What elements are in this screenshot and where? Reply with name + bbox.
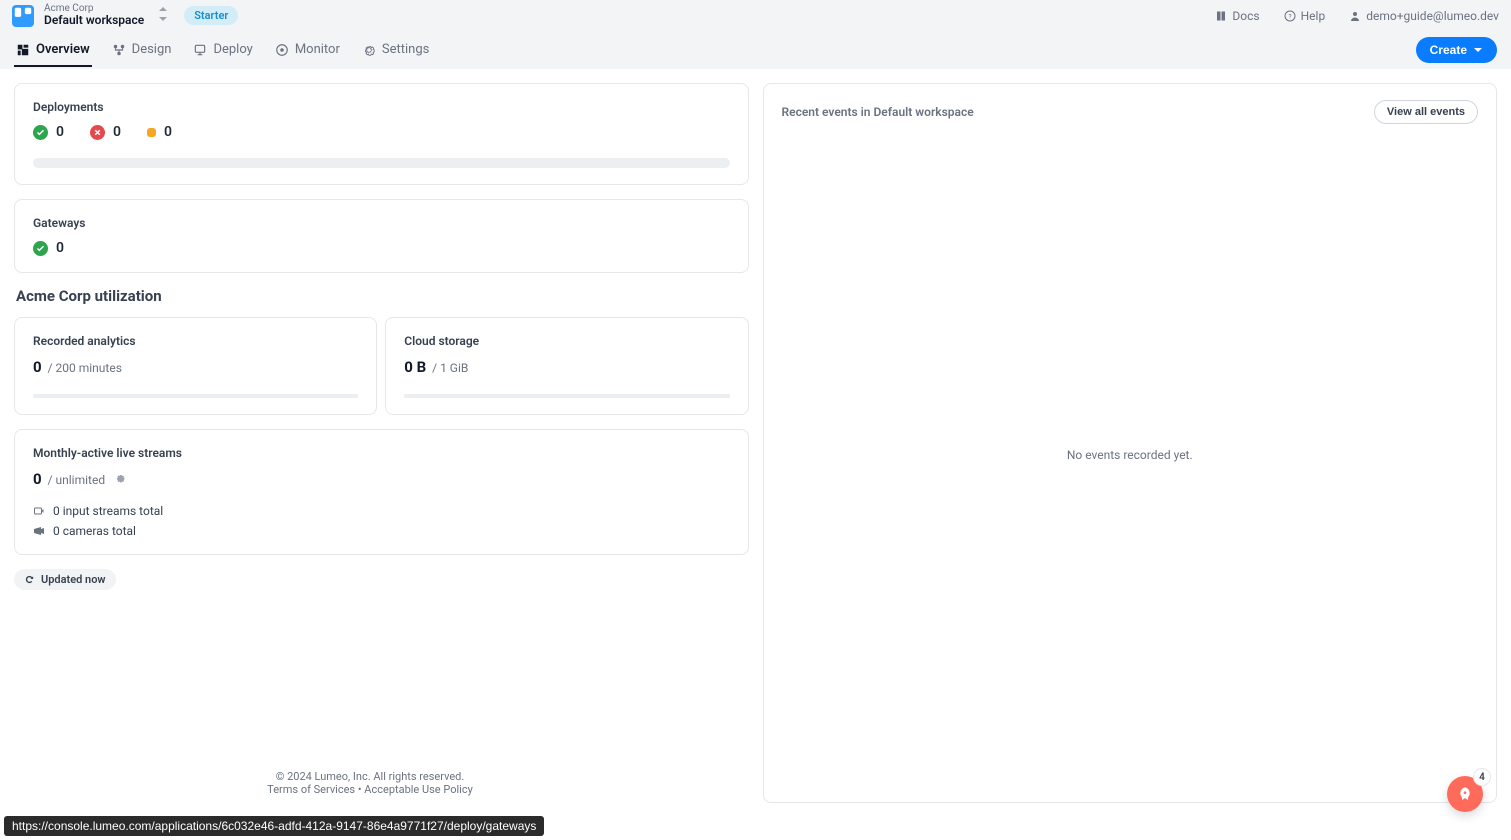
help-link[interactable]: ? Help <box>1284 9 1326 23</box>
aup-link[interactable]: Acceptable Use Policy <box>364 783 473 796</box>
help-icon: ? <box>1284 10 1296 22</box>
gateways-card: Gateways 0 <box>14 199 749 273</box>
user-menu[interactable]: demo+guide@lumeo.dev <box>1349 9 1499 23</box>
input-streams-line: 0 input streams total <box>33 504 730 518</box>
footer: © 2024 Lumeo, Inc. All rights reserved. … <box>14 770 726 796</box>
gear-icon[interactable] <box>114 472 126 484</box>
deployments-warn-count: 0 <box>164 124 172 140</box>
workspace-name: Default workspace <box>44 14 144 27</box>
tab-deploy-label: Deploy <box>213 42 252 57</box>
workspace-switcher[interactable]: Acme Corp Default workspace <box>44 3 144 27</box>
monitor-icon <box>275 43 289 57</box>
gateways-ok[interactable]: 0 <box>33 240 64 256</box>
user-email: demo+guide@lumeo.dev <box>1366 9 1499 23</box>
plan-badge[interactable]: Starter <box>184 6 238 25</box>
deployments-status-row: 0 0 0 <box>33 124 730 140</box>
events-title: Recent events in Default workspace <box>782 105 974 119</box>
top-bar: Acme Corp Default workspace Starter Docs… <box>0 0 1511 31</box>
svg-text:?: ? <box>1288 12 1291 20</box>
book-icon <box>1215 10 1227 22</box>
footer-copyright: © 2024 Lumeo, Inc. All rights reserved. <box>14 770 726 783</box>
input-streams-text: 0 input streams total <box>53 504 163 518</box>
deployments-card: Deployments 0 0 0 <box>14 83 749 185</box>
create-button-label: Create <box>1430 43 1467 57</box>
left-column: Deployments 0 0 0 Gateways <box>14 83 749 826</box>
refresh-icon <box>24 574 35 585</box>
tab-deploy[interactable]: Deploy <box>191 32 254 67</box>
recorded-limit: / 200 minutes <box>45 361 122 375</box>
events-empty-text: No events recorded yet. <box>1067 448 1193 462</box>
user-icon <box>1349 10 1361 22</box>
storage-limit: / 1 GiB <box>429 361 468 375</box>
main-tabs: Overview Design Deploy Monitor Settings … <box>0 31 1511 69</box>
streams-title: Monthly-active live streams <box>33 446 730 460</box>
utilization-heading: Acme Corp utilization <box>16 287 749 305</box>
live-streams-card: Monthly-active live streams 0 / unlimite… <box>14 429 749 555</box>
events-card: Recent events in Default workspace View … <box>763 83 1498 803</box>
launcher-fab[interactable]: 4 <box>1447 776 1483 812</box>
dashboard-icon <box>16 43 30 57</box>
camera-icon <box>33 525 45 537</box>
chevron-down-icon <box>1473 45 1483 55</box>
storage-value: 0 B <box>404 358 426 376</box>
tab-monitor[interactable]: Monitor <box>273 32 342 67</box>
tab-settings-label: Settings <box>382 42 429 57</box>
deployments-err-count: 0 <box>113 124 121 140</box>
updated-text: Updated now <box>41 573 106 586</box>
terms-link[interactable]: Terms of Services <box>267 783 355 796</box>
recorded-value: 0 <box>33 358 42 376</box>
tab-settings[interactable]: Settings <box>360 32 431 67</box>
workspace-caret-icon[interactable] <box>158 7 168 24</box>
deployments-ok[interactable]: 0 <box>33 124 64 140</box>
recorded-title: Recorded analytics <box>33 334 358 348</box>
streams-value: 0 <box>33 470 42 488</box>
recorded-progress-bar <box>33 394 358 398</box>
deployments-warn[interactable]: 0 <box>147 124 172 140</box>
recorded-analytics-card: Recorded analytics 0 / 200 minutes <box>14 317 377 415</box>
cameras-text: 0 cameras total <box>53 524 136 538</box>
storage-progress-bar <box>404 394 729 398</box>
rocket-icon <box>1457 786 1473 802</box>
deployments-title: Deployments <box>33 100 730 114</box>
check-circle-icon <box>33 125 48 140</box>
storage-title: Cloud storage <box>404 334 729 348</box>
gear-icon <box>362 43 376 57</box>
deployments-err[interactable]: 0 <box>90 124 121 140</box>
deploy-icon <box>193 43 207 57</box>
stream-icon <box>33 505 45 517</box>
right-column: Recent events in Default workspace View … <box>763 83 1498 826</box>
create-button[interactable]: Create <box>1416 37 1497 63</box>
url-hover-tooltip: https://console.lumeo.com/applications/6… <box>4 816 544 836</box>
docs-link[interactable]: Docs <box>1215 9 1259 23</box>
design-icon <box>112 43 126 57</box>
cameras-line: 0 cameras total <box>33 524 730 538</box>
docs-label: Docs <box>1232 9 1259 23</box>
view-all-events-button[interactable]: View all events <box>1374 100 1478 124</box>
fab-badge: 4 <box>1473 768 1491 786</box>
help-label: Help <box>1301 9 1326 23</box>
tab-design-label: Design <box>132 42 172 57</box>
deployments-progress-bar <box>33 158 730 168</box>
updated-pill[interactable]: Updated now <box>14 569 116 590</box>
deployments-ok-count: 0 <box>56 124 64 140</box>
tab-design[interactable]: Design <box>110 32 174 67</box>
gateways-title: Gateways <box>33 216 730 230</box>
app-logo[interactable] <box>12 5 34 27</box>
warning-square-icon <box>147 128 156 137</box>
tab-overview[interactable]: Overview <box>14 32 92 67</box>
cloud-storage-card: Cloud storage 0 B / 1 GiB <box>385 317 748 415</box>
tab-monitor-label: Monitor <box>295 42 340 57</box>
content-area: Deployments 0 0 0 Gateways <box>0 69 1511 840</box>
x-circle-icon <box>90 125 105 140</box>
streams-limit: / unlimited <box>45 473 105 487</box>
gateways-ok-count: 0 <box>56 240 64 256</box>
tab-overview-label: Overview <box>36 42 90 57</box>
check-circle-icon <box>33 241 48 256</box>
